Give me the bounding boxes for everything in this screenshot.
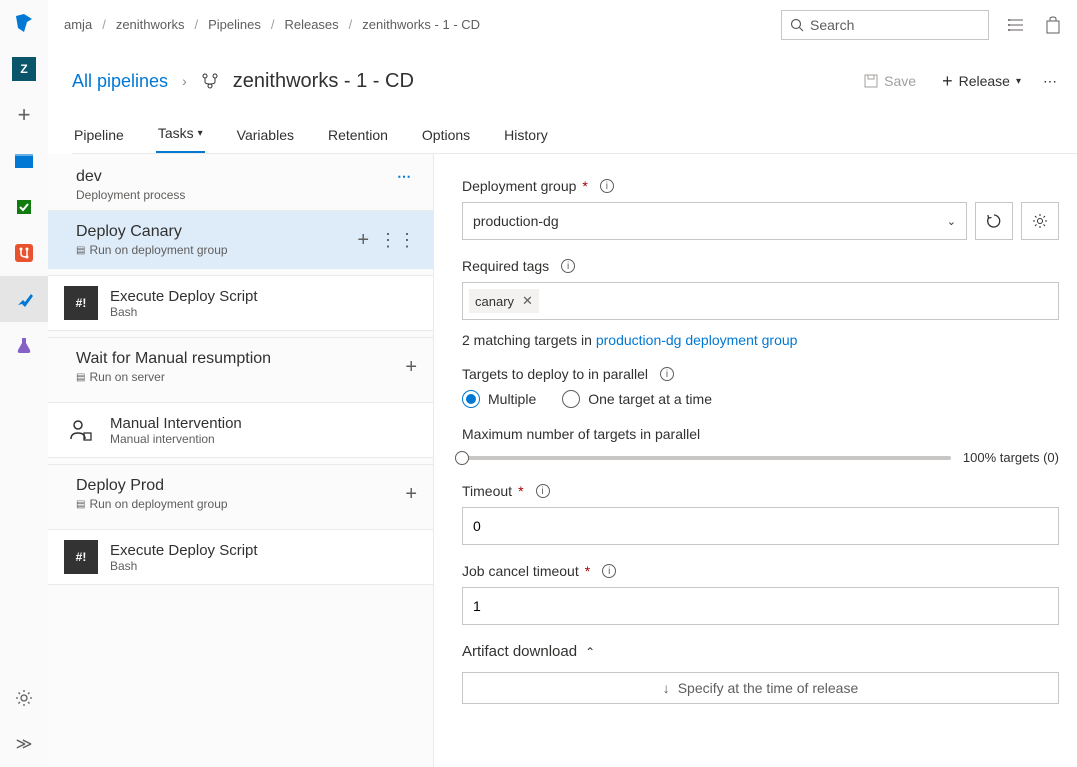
- refresh-button[interactable]: [975, 202, 1013, 240]
- tab-variables[interactable]: Variables: [235, 127, 296, 153]
- subtabs: Pipeline Tasks▾ Variables Retention Opti…: [72, 114, 1077, 154]
- tab-retention[interactable]: Retention: [326, 127, 390, 153]
- deployment-group-label: Deployment group: [462, 178, 576, 194]
- timeout-input[interactable]: [462, 507, 1059, 545]
- stage-name: dev: [76, 168, 185, 186]
- deployment-group-select[interactable]: production-dg ⌄: [462, 202, 967, 240]
- crumb[interactable]: Pipelines: [208, 17, 261, 32]
- pipeline-icon: [201, 72, 219, 90]
- rail-project-avatar[interactable]: Z: [0, 46, 48, 92]
- info-icon[interactable]: i: [536, 484, 550, 498]
- max-targets-label: Maximum number of targets in parallel: [462, 426, 700, 442]
- artifact-download-header[interactable]: Artifact download ⌃: [462, 643, 1059, 660]
- rail-logo[interactable]: [0, 0, 48, 46]
- radio-one-target[interactable]: One target at a time: [562, 390, 712, 408]
- artifact-specify-row[interactable]: ↓ Specify at the time of release: [462, 672, 1059, 704]
- drag-handle-icon[interactable]: ⋮⋮: [379, 230, 417, 251]
- stage-subtitle: Deployment process: [76, 188, 185, 202]
- tab-history[interactable]: History: [502, 127, 550, 153]
- stage-more-button[interactable]: ⋯: [397, 168, 413, 185]
- release-button[interactable]: + Release ▾: [932, 65, 1031, 98]
- add-task-button[interactable]: +: [357, 229, 369, 252]
- settings-button[interactable]: [1021, 202, 1059, 240]
- server-icon: ▤: [76, 245, 85, 256]
- chevron-up-icon: ⌃: [585, 645, 595, 659]
- chevron-down-icon: ⌄: [947, 215, 956, 228]
- rail-artifacts[interactable]: [0, 322, 48, 368]
- server-icon: ▤: [76, 499, 85, 510]
- rail-add[interactable]: +: [0, 92, 48, 138]
- page-title: zenithworks - 1 - CD: [233, 70, 414, 93]
- all-pipelines-link[interactable]: All pipelines: [72, 71, 168, 92]
- tags-input[interactable]: canary ✕: [462, 282, 1059, 320]
- bash-icon: #!: [64, 286, 98, 320]
- crumb[interactable]: zenithworks: [116, 17, 185, 32]
- save-icon: [864, 74, 878, 88]
- list-icon[interactable]: [1007, 16, 1025, 34]
- job-header-deploy-canary[interactable]: Deploy Canary ▤Run on deployment group +…: [48, 211, 433, 269]
- job-header-wait-manual[interactable]: Wait for Manual resumption ▤Run on serve…: [48, 338, 433, 396]
- tab-pipeline[interactable]: Pipeline: [72, 127, 126, 153]
- radio-multiple[interactable]: Multiple: [462, 390, 536, 408]
- task-item[interactable]: #! Execute Deploy Script Bash: [48, 529, 433, 585]
- stage-header[interactable]: dev Deployment process ⋯: [48, 154, 433, 210]
- remove-tag-button[interactable]: ✕: [522, 293, 533, 309]
- download-icon: ↓: [663, 680, 670, 696]
- page-header: All pipelines › zenithworks - 1 - CD Sav…: [72, 56, 1063, 106]
- matching-targets-text: 2 matching targets in: [462, 332, 596, 348]
- job-header-deploy-prod[interactable]: Deploy Prod ▤Run on deployment group +: [48, 465, 433, 523]
- tab-options[interactable]: Options: [420, 127, 472, 153]
- info-icon[interactable]: i: [602, 564, 616, 578]
- task-item[interactable]: #! Execute Deploy Script Bash: [48, 275, 433, 331]
- required-tags-label: Required tags: [462, 258, 549, 274]
- bash-icon: #!: [64, 540, 98, 574]
- cancel-timeout-input[interactable]: [462, 587, 1059, 625]
- task-item[interactable]: Manual Intervention Manual intervention: [48, 402, 433, 458]
- server-icon: ▤: [76, 372, 85, 383]
- rail-pipelines[interactable]: [0, 276, 48, 322]
- more-button[interactable]: ⋯: [1037, 67, 1063, 96]
- chevron-down-icon: ▾: [1016, 76, 1021, 87]
- crumb[interactable]: Releases: [284, 17, 338, 32]
- chevron-down-icon: ▾: [198, 128, 203, 139]
- rail-boards[interactable]: [0, 138, 48, 184]
- deployment-group-link[interactable]: production-dg deployment group: [596, 332, 798, 348]
- crumb[interactable]: zenithworks - 1 - CD: [362, 17, 480, 32]
- rail-test[interactable]: [0, 184, 48, 230]
- rail-expand[interactable]: ≫: [0, 721, 48, 767]
- search-placeholder: Search: [810, 17, 854, 33]
- slider-value-label: 100% targets (0): [963, 450, 1059, 465]
- info-icon[interactable]: i: [660, 367, 674, 381]
- tab-tasks[interactable]: Tasks▾: [156, 125, 205, 153]
- shopping-icon[interactable]: [1045, 16, 1061, 34]
- tag-chip: canary ✕: [469, 289, 539, 313]
- info-icon[interactable]: i: [600, 179, 614, 193]
- rail-settings[interactable]: [0, 675, 48, 721]
- save-button[interactable]: Save: [854, 67, 926, 95]
- chevron-right-icon: ›: [182, 73, 187, 89]
- form-column: Deployment group *i production-dg ⌄ Requ…: [434, 154, 1077, 767]
- add-task-button[interactable]: +: [405, 356, 417, 379]
- topbar: amja/ zenithworks/ Pipelines/ Releases/ …: [48, 0, 1077, 50]
- left-nav-rail: Z + ≫: [0, 0, 48, 767]
- tasks-column: dev Deployment process ⋯ Deploy Canary ▤…: [48, 154, 434, 767]
- person-icon: [64, 413, 98, 447]
- breadcrumb: amja/ zenithworks/ Pipelines/ Releases/ …: [64, 17, 480, 32]
- search-input[interactable]: Search: [781, 10, 989, 40]
- cancel-timeout-label: Job cancel timeout: [462, 563, 579, 579]
- crumb[interactable]: amja: [64, 17, 92, 32]
- max-targets-slider[interactable]: [462, 456, 951, 460]
- search-icon: [790, 18, 804, 32]
- info-icon[interactable]: i: [561, 259, 575, 273]
- add-task-button[interactable]: +: [405, 483, 417, 506]
- rail-repos[interactable]: [0, 230, 48, 276]
- targets-parallel-label: Targets to deploy to in parallel: [462, 366, 648, 382]
- timeout-label: Timeout: [462, 483, 512, 499]
